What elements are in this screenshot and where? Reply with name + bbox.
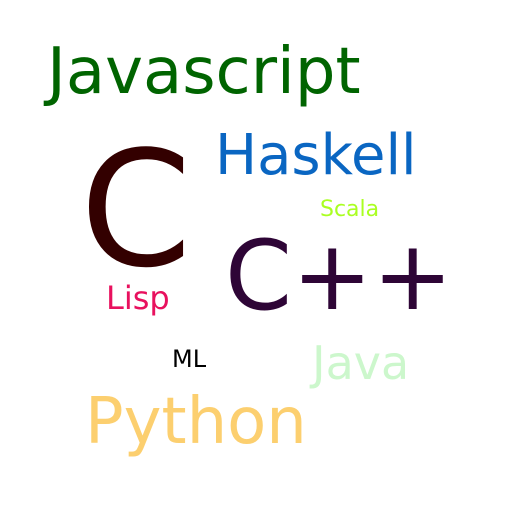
word-javascript: Javascript — [47, 35, 361, 109]
word-haskell: Haskell — [215, 123, 417, 188]
word-python: Python — [85, 385, 307, 459]
word-cpp: C++ — [225, 220, 453, 332]
word-cloud: Javascript Haskell C Scala C++ Lisp ML J… — [0, 0, 512, 512]
word-lisp: Lisp — [106, 279, 170, 317]
word-scala: Scala — [320, 197, 380, 222]
word-ml: ML — [172, 345, 207, 373]
word-c: C — [80, 116, 192, 303]
word-java: Java — [312, 336, 410, 390]
